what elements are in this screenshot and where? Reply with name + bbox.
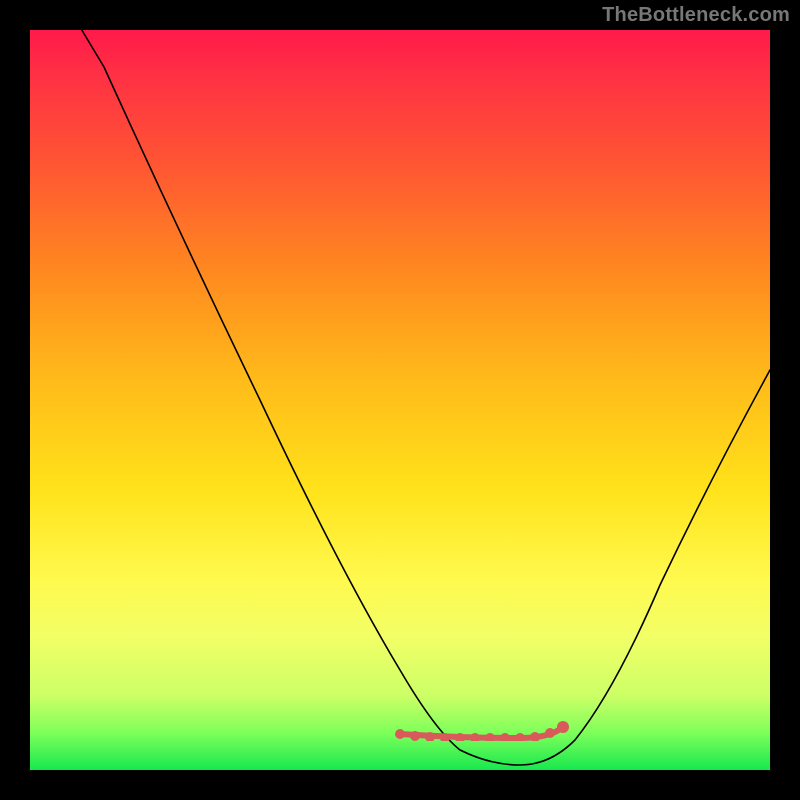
bottleneck-curve [82, 30, 770, 765]
watermark-text: TheBottleneck.com [602, 4, 790, 27]
curve-layer [30, 30, 770, 770]
chart-stage: TheBottleneck.com [0, 0, 800, 800]
plot-area [30, 30, 770, 770]
